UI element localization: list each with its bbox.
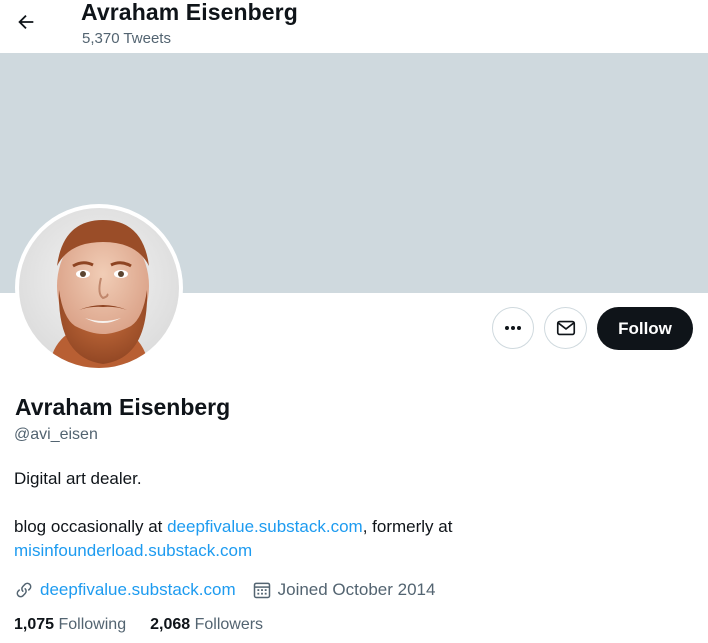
join-date-text: Joined October 2014 bbox=[277, 580, 436, 599]
header-title: Avraham Eisenberg bbox=[81, 0, 298, 25]
website-link[interactable]: deepfivalue.substack.com bbox=[40, 580, 236, 600]
tweet-count: 5,370 Tweets bbox=[82, 30, 171, 47]
bio-text: blog occasionally at bbox=[14, 517, 168, 536]
profile-header: Avraham Eisenberg 5,370 Tweets bbox=[0, 0, 708, 53]
link-icon bbox=[14, 580, 34, 600]
following-label: Following bbox=[58, 616, 127, 633]
bio-line: blog occasionally at deepfivalue.substac… bbox=[14, 515, 694, 563]
bio-text: , formerly at bbox=[362, 517, 453, 536]
display-name: Avraham Eisenberg bbox=[15, 394, 231, 420]
followers-link[interactable]: 2,068 Followers bbox=[150, 616, 263, 634]
follow-button[interactable]: Follow bbox=[597, 307, 693, 350]
avatar-photo bbox=[19, 208, 179, 368]
user-handle: @avi_eisen bbox=[14, 426, 98, 443]
envelope-icon bbox=[556, 320, 575, 336]
follow-stats: 1,075 Following 2,068 Followers bbox=[14, 616, 287, 634]
avatar[interactable] bbox=[19, 208, 179, 368]
following-count: 1,075 bbox=[14, 616, 55, 633]
profile-meta: deepfivalue.substack.com Joined October … bbox=[14, 578, 451, 602]
back-button[interactable] bbox=[8, 4, 44, 40]
following-link[interactable]: 1,075 Following bbox=[14, 616, 126, 634]
bio-link-deepfivalue[interactable]: deepfivalue.substack.com bbox=[167, 517, 363, 536]
arrow-left-icon bbox=[18, 14, 34, 30]
more-options-button[interactable] bbox=[492, 307, 534, 349]
bio-link-misinfounderload[interactable]: misinfounderload.substack.com bbox=[14, 541, 252, 560]
website: deepfivalue.substack.com bbox=[14, 580, 236, 600]
bio-line: Digital art dealer. bbox=[14, 469, 142, 488]
followers-label: Followers bbox=[194, 616, 264, 633]
message-button[interactable] bbox=[544, 307, 587, 349]
followers-count: 2,068 bbox=[150, 616, 191, 633]
avatar-border bbox=[15, 204, 183, 372]
more-horizontal-icon bbox=[505, 326, 521, 330]
bio: Digital art dealer. blog occasionally at… bbox=[14, 467, 694, 563]
join-date: Joined October 2014 bbox=[252, 580, 436, 600]
calendar-icon bbox=[252, 580, 272, 600]
